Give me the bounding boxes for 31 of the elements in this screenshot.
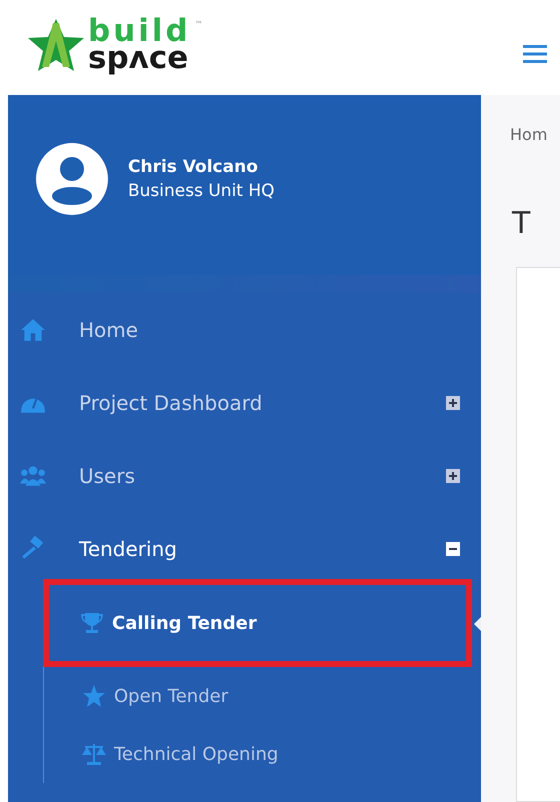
collapse-icon[interactable] <box>446 542 460 556</box>
home-icon <box>20 316 46 342</box>
menu-item[interactable]: Users <box>8 439 481 512</box>
gavel-icon <box>20 536 46 562</box>
submenu-item[interactable]: Calling Tender <box>49 611 257 635</box>
business-unit: Business Unit HQ <box>128 181 275 201</box>
trademark-text: ™ <box>194 20 203 28</box>
menu-item[interactable]: Tendering <box>8 512 481 585</box>
menu-item[interactable]: Home <box>8 293 481 366</box>
logo-text: build <box>88 18 191 44</box>
star-logo-icon <box>26 16 86 72</box>
page-title: T <box>512 206 532 241</box>
submenu-item[interactable]: Open Tender <box>44 684 228 708</box>
menu-label: Home <box>79 318 140 342</box>
submenu-item[interactable]: Technical Opening <box>44 742 278 766</box>
star-icon <box>82 684 106 708</box>
submenu-label: Technical Opening <box>114 744 278 764</box>
menu-label: Tendering <box>79 536 178 560</box>
expand-icon[interactable] <box>446 396 460 410</box>
submenu-label: Open Tender <box>114 686 228 706</box>
menu-label: Users <box>79 464 136 488</box>
menu-icon[interactable] <box>523 44 547 64</box>
menu-label: Project Dashboard <box>79 390 264 414</box>
avatar-icon <box>36 143 108 215</box>
submenu-label: Calling Tender <box>112 612 257 634</box>
menu-item[interactable]: Project Dashboard <box>8 366 481 439</box>
expand-icon[interactable] <box>446 468 460 482</box>
scale-icon <box>82 742 106 766</box>
trophy-icon <box>80 611 104 635</box>
breadcrumb-link[interactable]: Hom <box>510 125 560 144</box>
user-name: Chris Volcano <box>128 157 259 177</box>
